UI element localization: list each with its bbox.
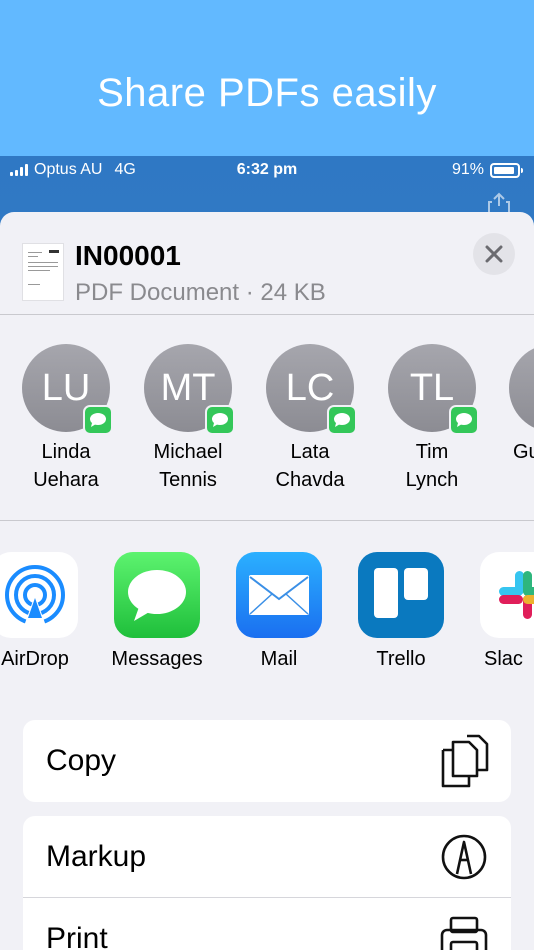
apps-row: AirDrop Messages Mail Trello Slac xyxy=(0,522,534,702)
battery-icon xyxy=(490,162,523,178)
markup-label: Markup xyxy=(46,840,147,873)
imessage-badge-icon xyxy=(205,405,235,435)
trello-icon xyxy=(358,552,444,638)
imessage-badge-icon xyxy=(327,405,357,435)
imessage-badge-icon xyxy=(83,405,113,435)
app-label: Slac xyxy=(484,648,523,670)
app-mail[interactable]: Mail xyxy=(224,552,334,671)
person-michael-tennis[interactable]: MT Michael Tennis xyxy=(133,344,243,494)
promo-banner: Share PDFs easily xyxy=(0,0,534,156)
person-lata-chavda[interactable]: LC Lata Chavda xyxy=(255,344,365,494)
person-name: Michael Tennis xyxy=(153,441,223,491)
banner-title: Share PDFs easily xyxy=(97,70,437,115)
avatar: MT xyxy=(144,344,235,435)
avatar: G xyxy=(509,344,534,432)
battery-percent: 91% xyxy=(451,161,484,178)
print-icon xyxy=(440,916,488,950)
print-label: Print xyxy=(46,922,108,950)
person-name: Tim Lynch xyxy=(405,441,459,491)
avatar: LU xyxy=(22,344,113,435)
person-name: Lata Chavda xyxy=(275,441,345,491)
person-partial[interactable]: G Gu xyxy=(499,344,534,466)
person-linda-uehara[interactable]: LU Linda Uehara xyxy=(11,344,121,494)
document-thumbnail xyxy=(22,243,64,301)
document-name: IN00001 xyxy=(75,240,181,271)
document-meta: PDF Document · 24 KB xyxy=(75,279,326,306)
app-label: AirDrop xyxy=(1,648,69,670)
actions-group: Markup Print xyxy=(23,816,511,950)
people-row: LU Linda Uehara MT Michael Tennis LC Lat… xyxy=(0,316,534,521)
imessage-badge-icon xyxy=(449,405,479,435)
app-label: Mail xyxy=(260,648,298,670)
app-label: Messages xyxy=(111,648,203,670)
messages-icon xyxy=(114,552,200,638)
share-sheet-header: IN00001 PDF Document · 24 KB xyxy=(0,212,534,315)
share-sheet: IN00001 PDF Document · 24 KB LU Linda Ue… xyxy=(0,212,534,950)
close-button[interactable] xyxy=(473,233,515,275)
person-name: Gu xyxy=(513,441,534,463)
status-bar: Optus AU 4G 6:32 pm 91% xyxy=(0,156,534,186)
avatar: TL xyxy=(388,344,479,435)
avatar: LC xyxy=(266,344,357,435)
app-label: Trello xyxy=(376,648,426,670)
close-icon xyxy=(485,245,503,263)
copy-icon xyxy=(441,734,489,788)
app-trello[interactable]: Trello xyxy=(346,552,456,671)
copy-label: Copy xyxy=(46,744,117,777)
markup-icon xyxy=(441,834,487,880)
person-tim-lynch[interactable]: TL Tim Lynch xyxy=(377,344,487,494)
person-name: Linda Uehara xyxy=(33,441,99,491)
app-airdrop[interactable]: AirDrop xyxy=(0,552,90,671)
markup-action[interactable]: Markup xyxy=(23,816,511,898)
print-action[interactable]: Print xyxy=(23,898,511,950)
slack-icon xyxy=(480,552,534,638)
airdrop-icon xyxy=(0,552,78,638)
copy-action[interactable]: Copy xyxy=(23,720,511,802)
app-messages[interactable]: Messages xyxy=(102,552,212,671)
app-slack[interactable]: Slac xyxy=(468,552,534,671)
mail-icon xyxy=(236,552,322,638)
